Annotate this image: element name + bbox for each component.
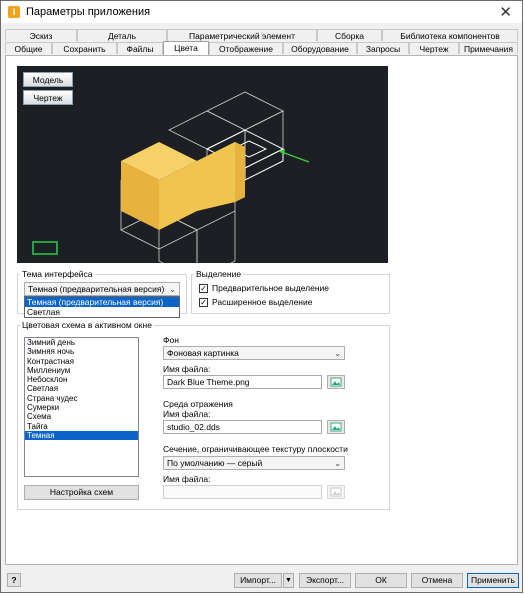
list-item[interactable]: Зимняя ночь: [25, 347, 138, 356]
browse-image-icon[interactable]: [327, 375, 345, 389]
list-item[interactable]: Сумерки: [25, 403, 138, 412]
preselect-label: Предварительное выделение: [212, 283, 329, 293]
list-item[interactable]: Светлая: [25, 384, 138, 393]
theme-option-dark[interactable]: Темная (предварительная версия): [25, 297, 179, 307]
tab-assembly[interactable]: Сборка: [317, 29, 382, 41]
import-button[interactable]: Импорт...: [234, 573, 282, 588]
tab-drawing[interactable]: Чертеж: [409, 42, 459, 54]
theme-group-label: Тема интерфейса: [20, 269, 95, 279]
section-dropdown[interactable]: По умолчанию — серый ⌄: [163, 456, 345, 470]
chevron-down-icon: ⌄: [334, 349, 341, 358]
tab-row-bottom: Общие Сохранить Файлы Цвета Отображение …: [5, 41, 518, 55]
extended-select-label: Расширенное выделение: [212, 297, 313, 307]
close-icon[interactable]: ✕: [499, 3, 512, 21]
tab-general[interactable]: Общие: [5, 42, 52, 54]
extended-select-checkbox[interactable]: ✓: [199, 298, 208, 307]
help-icon[interactable]: ?: [7, 573, 21, 587]
tab-prompts[interactable]: Запросы: [357, 42, 409, 54]
list-item[interactable]: Страна чудес: [25, 394, 138, 403]
color-scheme-group-label: Цветовая схема в активном окне: [20, 320, 154, 330]
tab-colors[interactable]: Цвета: [163, 41, 209, 55]
background-value: Фоновая картинка: [167, 348, 239, 358]
list-item[interactable]: Зимний день: [25, 338, 138, 347]
chevron-down-icon: ⌄: [169, 285, 176, 294]
background-file-field[interactable]: Dark Blue Theme.png: [163, 375, 322, 389]
list-item[interactable]: Небосклон: [25, 375, 138, 384]
list-item[interactable]: Миллениум: [25, 366, 138, 375]
tab-notebook[interactable]: Примечания: [459, 42, 518, 54]
ok-button[interactable]: ОК: [355, 573, 407, 588]
preselect-checkbox[interactable]: ✓: [199, 284, 208, 293]
tab-sketch[interactable]: Эскиз: [5, 29, 77, 41]
theme-option-light[interactable]: Светлая: [25, 307, 179, 317]
cube-preview-graphic: [32, 91, 310, 263]
export-button[interactable]: Экспорт...: [299, 573, 351, 588]
list-item[interactable]: Тайга: [25, 422, 138, 431]
browse-image-icon[interactable]: [327, 485, 345, 499]
window-title: Параметры приложения: [26, 6, 151, 18]
import-dropdown-arrow-icon[interactable]: ▼: [283, 573, 294, 588]
list-item[interactable]: Контрастная: [25, 357, 138, 366]
title-bar: I Параметры приложения ✕: [1, 1, 522, 23]
scheme-settings-button[interactable]: Настройка схем: [24, 485, 139, 500]
tab-hardware[interactable]: Оборудование: [283, 42, 357, 54]
tab-display[interactable]: Отображение: [209, 42, 283, 54]
list-item[interactable]: Схема: [25, 412, 138, 421]
cancel-button[interactable]: Отмена: [411, 573, 463, 588]
background-label: Фон: [163, 335, 179, 345]
image-icon: [330, 487, 342, 497]
section-file-field[interactable]: [163, 485, 322, 499]
image-icon: [330, 422, 342, 432]
color-scheme-list: Зимний день Зимняя ночь Контрастная Милл…: [24, 337, 139, 477]
reflection-file-label: Имя файла:: [163, 409, 211, 419]
preview-viewport: Модель Чертеж: [17, 66, 388, 263]
reflection-label: Среда отражения: [163, 399, 233, 409]
selection-group-label: Выделение: [194, 269, 244, 279]
tab-files[interactable]: Файлы: [117, 42, 163, 54]
background-dropdown[interactable]: Фоновая картинка ⌄: [163, 346, 345, 360]
tab-parametric-feature[interactable]: Параметрический элемент: [167, 29, 317, 41]
section-label: Сечение, ограничивающее текстуру плоскос…: [163, 444, 348, 454]
selection-group: [191, 274, 390, 314]
theme-dropdown-list: Темная (предварительная версия) Светлая: [24, 296, 180, 318]
dialog-window: I Параметры приложения ✕ Эскиз Деталь Па…: [0, 0, 523, 593]
inventor-app-icon: I: [8, 6, 20, 18]
theme-selected-value: Темная (предварительная версия): [28, 284, 165, 294]
list-item-selected[interactable]: Темная: [25, 430, 138, 441]
section-value: По умолчанию — серый: [167, 458, 263, 468]
section-file-label: Имя файла:: [163, 474, 211, 484]
theme-dropdown[interactable]: Темная (предварительная версия) ⌄: [24, 282, 180, 296]
tab-save[interactable]: Сохранить: [52, 42, 117, 54]
tab-component-library[interactable]: Библиотека компонентов: [382, 29, 518, 41]
chevron-down-icon: ⌄: [334, 459, 341, 468]
colors-tab-panel: Модель Чертеж Тема интерфейса Темная (пр…: [5, 55, 518, 565]
background-file-label: Имя файла:: [163, 364, 211, 374]
reflection-file-field[interactable]: studio_02.dds: [163, 420, 322, 434]
apply-button[interactable]: Применить: [467, 573, 519, 588]
tab-part[interactable]: Деталь: [77, 29, 167, 41]
tab-row-top: Эскиз Деталь Параметрический элемент Сбо…: [5, 29, 518, 42]
image-icon: [330, 377, 342, 387]
browse-image-icon[interactable]: [327, 420, 345, 434]
